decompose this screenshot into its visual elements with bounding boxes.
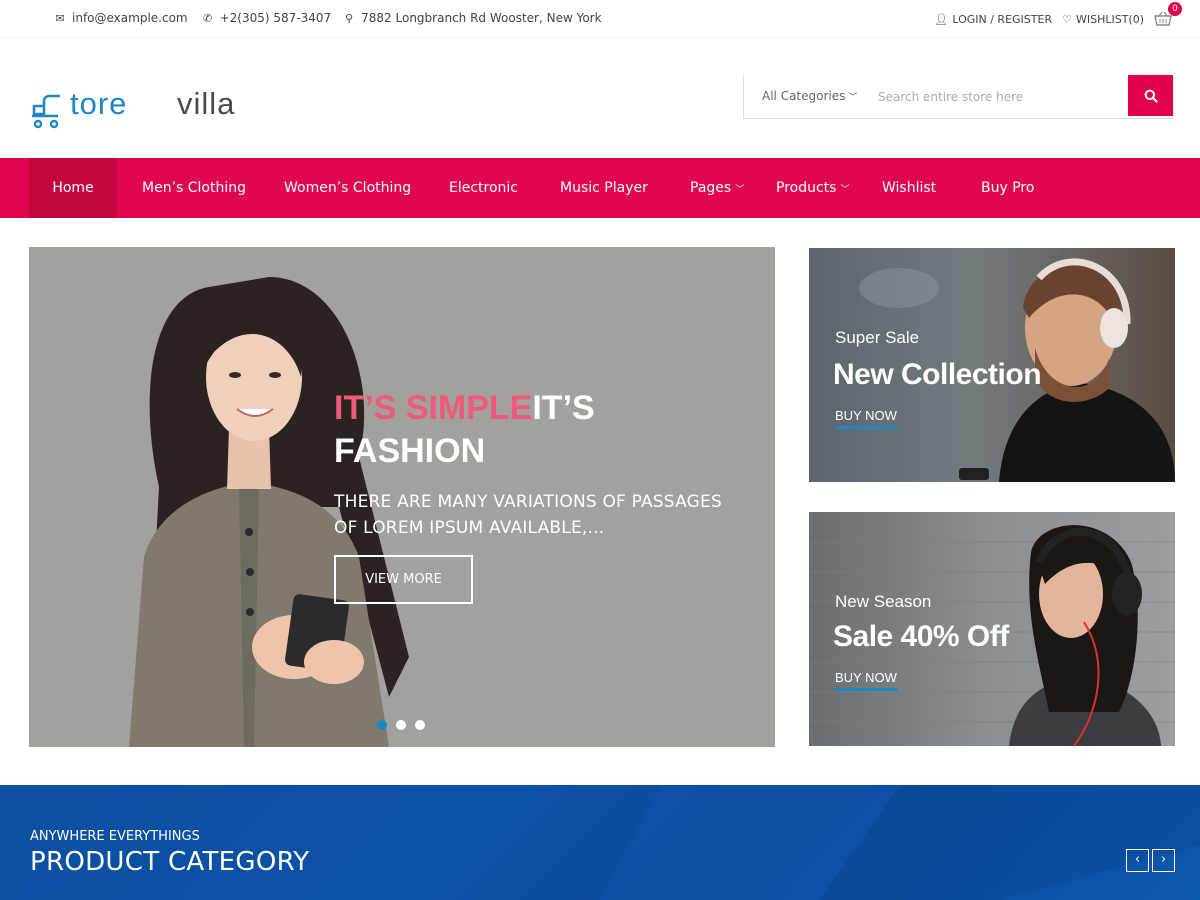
phone-item[interactable]: ✆ +2(305) 587-3407 (202, 11, 332, 25)
nav-item-electronic[interactable]: Electronic (449, 158, 518, 218)
site-logo[interactable]: tore villa (30, 80, 260, 130)
promo-title: Sale 40% Off (833, 620, 1009, 653)
hero-heading-highlight: IT’S SIMPLE (334, 389, 533, 427)
chevron-down-icon: ﹀ (735, 185, 745, 195)
category-select[interactable]: All Categories ﹀ (762, 89, 857, 103)
search-input[interactable] (878, 85, 1128, 109)
login-register-link[interactable]: 👤︎ LOGIN / REGISTER (934, 13, 1052, 26)
nav-item-label: Women’s Clothing (284, 180, 412, 196)
address-item: ⚲ 7882 Longbranch Rd Wooster, New York (343, 11, 601, 25)
chevron-down-icon: ﹀ (840, 185, 850, 195)
email-text: info@example.com (72, 11, 188, 25)
user-icon: 👤︎ (934, 12, 949, 26)
search-icon (1144, 89, 1158, 103)
logo-text-villa: villa (177, 86, 236, 121)
carousel-next-button[interactable]: › (1152, 849, 1175, 872)
hero-subtitle: THERE ARE MANY VARIATIONS OF PASSAGES OF… (334, 492, 722, 538)
section-eyebrow: ANYWHERE EVERYTHINGS (30, 829, 200, 844)
view-more-button[interactable]: VIEW MORE (334, 555, 473, 604)
nav-item-label: Electronic (449, 180, 519, 196)
buy-now-link[interactable]: BUY NOW (835, 408, 897, 429)
nav-item-label: Music Player (560, 180, 648, 196)
nav-item-products[interactable]: Products ﹀ (776, 158, 849, 218)
heart-icon: ♡ (1062, 12, 1072, 26)
promo-title: New Collection (833, 358, 1042, 391)
chevron-down-icon: ﹀ (848, 92, 858, 103)
search-bar: All Categories ﹀ (743, 75, 1173, 119)
slider-dot-2[interactable] (396, 720, 406, 730)
promo-banner-sale[interactable]: New Season Sale 40% Off BUY NOW (809, 512, 1175, 746)
slider-dots (377, 720, 425, 730)
nav-item-pages[interactable]: Pages ﹀ (690, 158, 744, 218)
wishlist-link[interactable]: ♡ WISHLIST(0) (1062, 13, 1144, 26)
cart-button[interactable]: 0 (1154, 2, 1182, 27)
search-button[interactable] (1128, 75, 1173, 116)
login-register-label: LOGIN / REGISTER (952, 12, 1053, 26)
carousel-prev-button[interactable]: ‹ (1126, 849, 1149, 872)
nav-item-label: Men’s Clothing (142, 180, 247, 196)
email-item[interactable]: ✉ info@example.com (54, 11, 188, 25)
nav-item-music-player[interactable]: Music Player (560, 158, 648, 218)
nav-item-label: Buy Pro (981, 180, 1035, 196)
logo-text-store: tore (70, 86, 128, 121)
nav-item-wishlist[interactable]: Wishlist (882, 158, 936, 218)
nav-item-label: Products (776, 180, 837, 196)
section-title: PRODUCT CATEGORY (30, 847, 310, 877)
hero-heading-part2: FASHION (334, 432, 486, 470)
chevron-right-icon: › (1160, 852, 1167, 867)
phone-icon: ✆ (203, 11, 213, 25)
address-text: 7882 Longbranch Rd Wooster, New York (361, 11, 602, 25)
wishlist-label: WISHLIST(0) (1075, 12, 1144, 26)
hero-slider[interactable]: IT’S SIMPLEIT’S FASHION THERE ARE MANY V… (29, 247, 775, 747)
nav-item-label: Home (52, 180, 94, 196)
cart-count-badge: 0 (1168, 2, 1182, 16)
slider-dot-1[interactable] (377, 720, 387, 730)
nav-item-label: Wishlist (882, 180, 937, 196)
product-category-section: ANYWHERE EVERYTHINGS PRODUCT CATEGORY ‹ … (0, 785, 1200, 900)
nav-item-label: Pages (690, 180, 732, 196)
envelope-icon: ✉ (55, 11, 65, 25)
nav-item-buy-pro[interactable]: Buy Pro (981, 158, 1034, 218)
main-nav: Home Men’s Clothing Women’s Clothing Ele… (0, 158, 1200, 218)
promo-eyebrow: Super Sale (835, 328, 920, 347)
top-bar: ✉ info@example.com ✆ +2(305) 587-3407 ⚲ … (0, 0, 1200, 38)
category-select-label: All Categories (762, 89, 846, 103)
nav-item-mens-clothing[interactable]: Men’s Clothing (142, 158, 246, 218)
map-marker-icon: ⚲ (345, 11, 354, 25)
contact-info: ✉ info@example.com ✆ +2(305) 587-3407 ⚲ … (54, 11, 601, 25)
account-links: 👤︎ LOGIN / REGISTER ♡ WISHLIST(0) 0 (934, 2, 1182, 27)
phone-text: +2(305) 587-3407 (219, 11, 332, 25)
nav-item-womens-clothing[interactable]: Women’s Clothing (284, 158, 411, 218)
promo-eyebrow: New Season (835, 592, 932, 611)
slider-dot-3[interactable] (415, 720, 425, 730)
hero-heading-part1: IT’S (532, 389, 595, 427)
hero-heading: IT’S SIMPLEIT’S FASHION (334, 387, 754, 473)
buy-now-link[interactable]: BUY NOW (835, 670, 897, 691)
nav-item-home[interactable]: Home (29, 158, 117, 218)
promo-banner-new-collection[interactable]: Super Sale New Collection BUY NOW (809, 248, 1175, 482)
chevron-left-icon: ‹ (1134, 852, 1141, 867)
